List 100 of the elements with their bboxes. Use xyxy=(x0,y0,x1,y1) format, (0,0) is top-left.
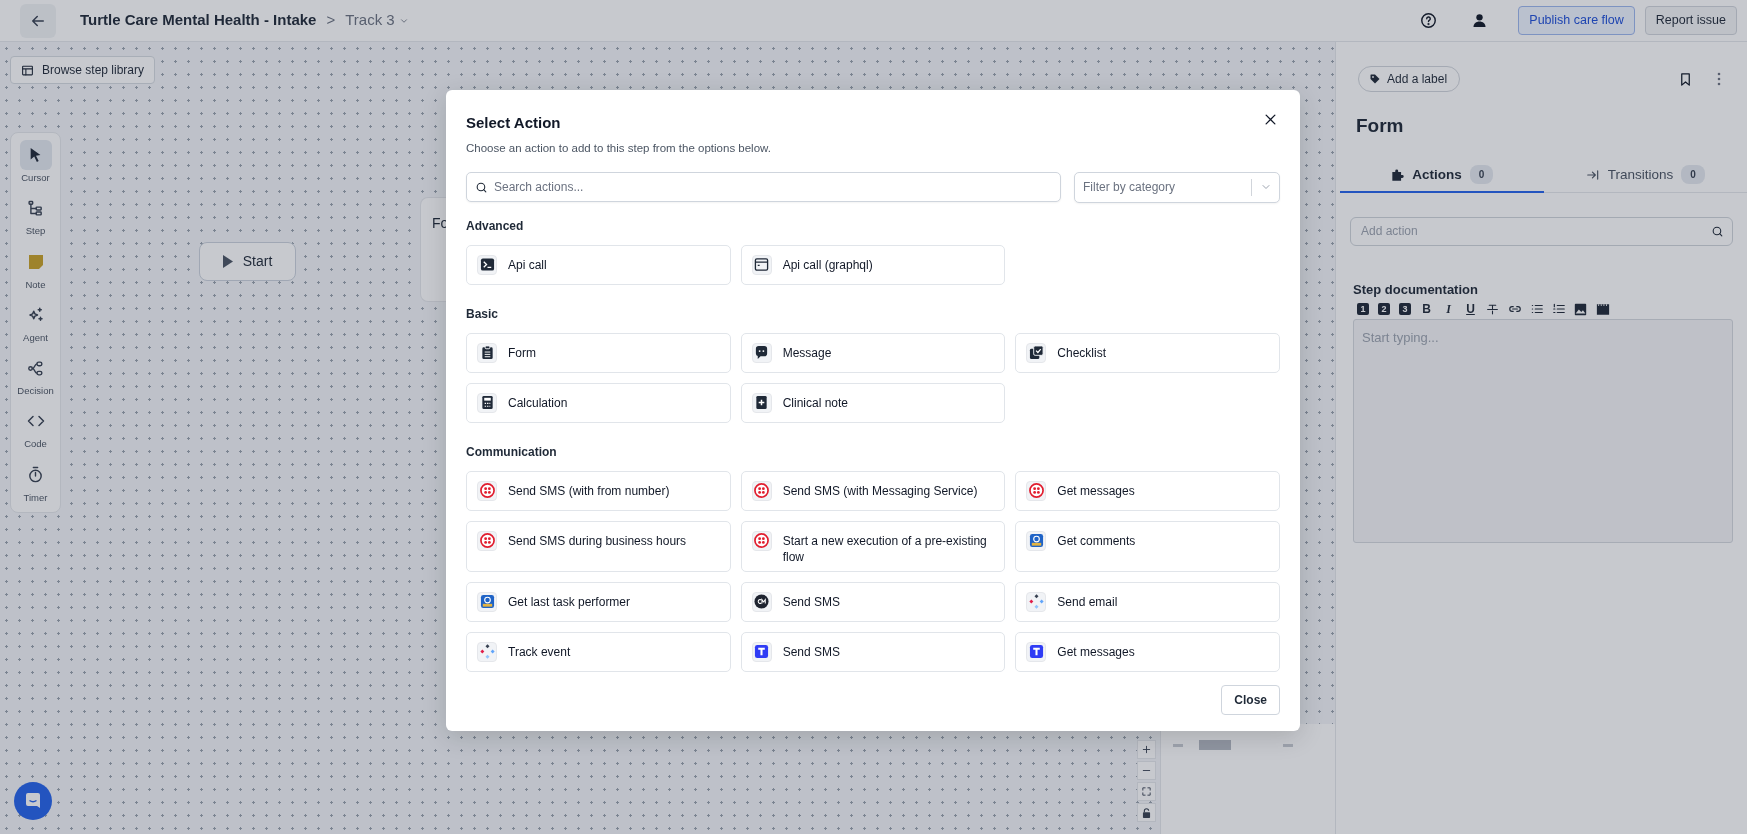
count-badge: 0 xyxy=(1469,165,1494,185)
dotted-circle-icon xyxy=(754,533,770,549)
breadcrumb-separator: > xyxy=(326,10,336,31)
step-title: Form xyxy=(1356,114,1405,138)
publish-button[interactable]: Publish care flow xyxy=(1518,6,1635,35)
checklist-icon xyxy=(1028,345,1044,361)
add-action-field[interactable]: Add action xyxy=(1350,216,1733,246)
diamond-dots-icon xyxy=(1028,594,1044,610)
browser-window-icon xyxy=(754,257,770,273)
chat-launcher-button[interactable] xyxy=(14,782,52,820)
add-label-button[interactable]: Add a label xyxy=(1358,66,1461,92)
search-field[interactable]: Search actions... xyxy=(466,171,1061,202)
lock-icon xyxy=(1142,807,1151,818)
action-option[interactable]: Api call (graphql) xyxy=(740,244,1006,285)
film-icon xyxy=(1595,302,1610,316)
lock-button[interactable] xyxy=(1137,803,1156,822)
action-option[interactable]: Clinical note xyxy=(740,382,1006,423)
close-dialog-button[interactable]: Close xyxy=(1221,685,1280,715)
action-option[interactable]: Api call xyxy=(466,244,731,285)
badge-icon xyxy=(479,594,495,610)
action-option[interactable]: Get last task performer xyxy=(466,581,731,622)
browse-library-button[interactable]: Browse step library xyxy=(10,56,156,84)
action-option[interactable]: Form xyxy=(466,332,731,373)
track-dropdown[interactable]: Track 3 xyxy=(345,9,409,32)
documentation-editor[interactable]: Start typing... xyxy=(1353,319,1733,544)
plus-icon xyxy=(1141,744,1152,755)
action-option[interactable]: Track event xyxy=(466,631,731,672)
tool-button[interactable]: Code xyxy=(12,403,59,455)
heading-button[interactable]: 1 xyxy=(1357,303,1369,316)
clipboard-icon xyxy=(479,345,495,361)
group-heading: Communication xyxy=(466,443,558,461)
group-heading: Basic xyxy=(466,305,500,323)
dialog-subtitle: Choose an action to add to this step from the options below. xyxy=(466,140,771,156)
tool-button[interactable]: Agent xyxy=(12,296,59,348)
back-button[interactable] xyxy=(20,3,56,38)
dotted-circle-icon xyxy=(754,483,770,499)
panel-tab[interactable]: Transitions 0 xyxy=(1543,158,1747,193)
category-select[interactable]: Filter by category xyxy=(1074,171,1280,203)
dark-circle-icon xyxy=(754,594,770,610)
action-option[interactable]: Message xyxy=(740,332,1006,373)
heading-button[interactable]: 2 xyxy=(1378,303,1390,316)
tool-button[interactable]: Step xyxy=(12,190,59,242)
tool-button[interactable]: Cursor xyxy=(12,137,59,189)
branch-icon xyxy=(27,359,44,377)
library-icon xyxy=(21,63,34,77)
action-option[interactable]: Send SMS xyxy=(740,631,1006,672)
action-option[interactable]: Get messages xyxy=(1015,470,1280,511)
image-button[interactable] xyxy=(1572,302,1589,317)
letter-t-icon xyxy=(754,644,770,660)
chat-icon xyxy=(24,792,42,810)
dotted-circle-icon xyxy=(479,483,495,499)
puzzle-icon xyxy=(1390,167,1405,182)
help-icon xyxy=(1420,12,1438,29)
dotted-circle-icon xyxy=(479,533,495,549)
action-option[interactable]: Send SMS xyxy=(740,581,1006,622)
bold-button[interactable]: B xyxy=(1418,302,1435,317)
close-icon xyxy=(1263,112,1278,127)
search-icon xyxy=(1711,224,1724,238)
tag-icon xyxy=(1369,73,1381,85)
report-button[interactable]: Report issue xyxy=(1644,6,1737,35)
italic-button[interactable]: I xyxy=(1440,302,1457,317)
badge-icon xyxy=(1028,533,1044,549)
action-option[interactable]: Get comments xyxy=(1015,520,1280,572)
calculator-icon xyxy=(479,395,495,411)
arrow-to-line-icon xyxy=(1585,167,1600,182)
tool-button[interactable]: Decision xyxy=(12,350,59,402)
play-icon xyxy=(222,255,233,268)
action-option[interactable]: Start a new execution of a pre-existing flow xyxy=(740,520,1006,572)
action-option[interactable]: Calculation xyxy=(466,382,731,423)
action-option[interactable]: Send SMS (with Messaging Service) xyxy=(740,470,1006,511)
sticky-note-icon xyxy=(27,253,44,270)
action-option[interactable]: Send SMS (with from number) xyxy=(466,470,731,511)
group-heading: Advanced xyxy=(466,217,525,235)
fullscreen-icon xyxy=(1141,786,1152,797)
action-option[interactable]: Get messages xyxy=(1015,631,1280,672)
action-option[interactable]: Send SMS during business hours xyxy=(466,520,731,572)
flow-title: Turtle Care Mental Health - Intake xyxy=(80,10,317,31)
letter-t-icon xyxy=(1028,644,1044,660)
strikethrough-icon xyxy=(1486,302,1499,316)
medical-note-icon xyxy=(754,395,770,411)
tool-button[interactable]: Timer xyxy=(12,456,59,508)
terminal-icon xyxy=(479,257,495,273)
zoom-in-button[interactable] xyxy=(1137,740,1156,759)
action-option[interactable]: Checklist xyxy=(1015,332,1280,373)
stopwatch-icon xyxy=(27,466,44,483)
dialog-title: Select Action xyxy=(466,113,562,133)
hierarchy-icon xyxy=(27,199,44,217)
sparkles-icon xyxy=(26,305,45,324)
panel-tab[interactable]: Actions 0 xyxy=(1340,158,1544,193)
heading-button[interactable]: 3 xyxy=(1399,303,1411,316)
underline-button[interactable]: U xyxy=(1462,302,1479,317)
cursor-icon xyxy=(28,147,43,163)
video-button[interactable] xyxy=(1594,302,1611,317)
fit-view-button[interactable] xyxy=(1137,782,1156,801)
section-title: Step documentation xyxy=(1353,280,1479,299)
diamond-dots-icon xyxy=(479,644,495,660)
tool-button[interactable]: Note xyxy=(12,243,59,295)
node-label: Start xyxy=(242,252,273,271)
strikethrough-button[interactable] xyxy=(1484,302,1501,317)
action-option[interactable]: Send email xyxy=(1015,581,1280,622)
